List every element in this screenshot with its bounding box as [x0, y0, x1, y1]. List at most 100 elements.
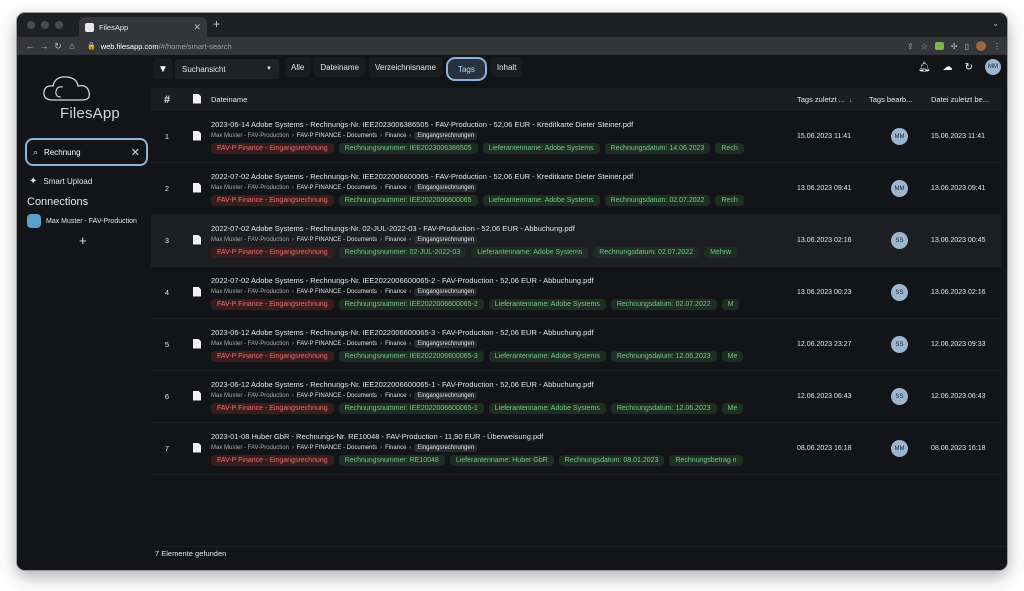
add-connection-button[interactable]: + [79, 233, 87, 248]
tag-chip[interactable]: Rechnungsnummer: 02-JUL-2022-03 [338, 246, 467, 258]
share-icon[interactable]: ⇪ [907, 42, 914, 51]
tag-chip[interactable]: FAV-P Finance - Eingangsrechnung [211, 350, 334, 362]
breadcrumb-subfolder[interactable]: Eingangsrechnungen [414, 391, 478, 400]
breadcrumb-subfolder[interactable]: Eingangsrechnungen [414, 443, 478, 452]
table-row[interactable]: 7 2023-01-08 Huber GbR - Rechnungs-Nr. R… [151, 423, 1001, 475]
clear-search-icon[interactable]: ✕ [131, 146, 140, 159]
tag-chip[interactable]: Lieferantenname: Adobe Systems [488, 402, 606, 414]
file-name[interactable]: 2022-07-02 Adobe Systems - Rechnungs-Nr.… [211, 276, 797, 285]
browser-tab[interactable]: FilesApp ✕ [79, 17, 207, 37]
forward-icon[interactable]: → [37, 41, 51, 51]
tag-chip[interactable]: Rechnungsnummer: IEE2022006600065-2 [338, 298, 484, 310]
breadcrumb-owner[interactable]: Max Muster - FAV-Production [211, 393, 289, 399]
tag-chip[interactable]: Rechnungsdatum: 14.06.2023 [604, 142, 711, 154]
close-icon[interactable]: ✕ [193, 22, 201, 33]
profile-avatar[interactable] [976, 41, 986, 51]
tag-chip[interactable]: Rechnungsnummer: IEE2022006600065-3 [338, 350, 484, 362]
file-name[interactable]: 2022-07-02 Adobe Systems - Rechnungs-Nr.… [211, 172, 797, 181]
breadcrumb-folder[interactable]: Finance [385, 237, 406, 243]
breadcrumb-root[interactable]: FAV-P FINANCE - Documents [297, 289, 377, 295]
tag-chip[interactable]: Lieferantenname: Adobe Systems [488, 350, 606, 362]
sidebar-toggle-icon[interactable]: ▯ [965, 42, 969, 51]
avatar[interactable]: MM [891, 128, 908, 145]
tag-chip[interactable]: Rech [715, 142, 744, 154]
tab-inhalt[interactable]: Inhalt [490, 57, 523, 77]
table-row[interactable]: 5 2023-06-12 Adobe Systems - Rechnungs-N… [151, 319, 1001, 371]
breadcrumb-owner[interactable]: Max Muster - FAV-Production [211, 185, 289, 191]
file-name[interactable]: 2022-07-02 Adobe Systems - Rechnungs-Nr.… [211, 224, 797, 233]
user-avatar[interactable]: MM [985, 59, 1001, 75]
table-row[interactable]: 1 2023-06-14 Adobe Systems - Rechnungs-N… [151, 111, 1001, 163]
avatar[interactable]: MM [891, 180, 908, 197]
refresh-icon[interactable]: ↻ [965, 62, 973, 73]
tag-chip[interactable]: FAV-P Finance - Eingangsrechnung [211, 194, 334, 206]
tag-chip[interactable]: Rechnungsnummer: IEE2022006600065-1 [338, 402, 484, 414]
header-tags-edit[interactable]: Tags bearb... [869, 95, 931, 104]
url-field[interactable]: 🔒 web.filesapp.com /#/home/smart-search [87, 42, 232, 51]
tag-chip[interactable]: Rechnungsbetrag n [669, 454, 743, 466]
breadcrumb-folder[interactable]: Finance [385, 341, 406, 347]
breadcrumb-owner[interactable]: Max Muster - FAV-Production [211, 289, 289, 295]
reload-icon[interactable]: ↻ [51, 41, 65, 52]
close-window-dot[interactable] [27, 21, 35, 29]
tag-chip[interactable]: Lieferantenname: Adobe Systems [488, 298, 606, 310]
tag-chip[interactable]: Rechnungsdatum: 12.06.2023 [610, 402, 717, 414]
file-name[interactable]: 2023-06-12 Adobe Systems - Rechnungs-Nr.… [211, 328, 797, 337]
tab-verzeichnisname[interactable]: Verzeichnisname [369, 57, 442, 77]
tag-chip[interactable]: FAV-P Finance - Eingangsrechnung [211, 298, 334, 310]
breadcrumb-subfolder[interactable]: Eingangsrechnungen [414, 131, 478, 140]
breadcrumb-owner[interactable]: Max Muster - FAV-Production [211, 445, 289, 451]
avatar[interactable]: SS [891, 336, 908, 353]
file-name[interactable]: 2023-06-12 Adobe Systems - Rechnungs-Nr.… [211, 380, 797, 389]
avatar[interactable]: SS [891, 232, 908, 249]
breadcrumb-subfolder[interactable]: Eingangsrechnungen [414, 235, 478, 244]
avatar[interactable]: SS [891, 284, 908, 301]
extension-icon[interactable] [934, 42, 944, 50]
tag-chip[interactable]: Rechnungsdatum: 02.07.2022 [593, 246, 700, 258]
header-filename[interactable]: Dateiname [211, 95, 797, 104]
table-row[interactable]: 3 2022-07-02 Adobe Systems - Rechnungs-N… [151, 215, 1001, 267]
tag-chip[interactable]: Rech [715, 194, 744, 206]
tag-chip[interactable]: Rechnungsdatum: 02.07.2022 [604, 194, 711, 206]
tag-chip[interactable]: Lieferantenname: Adobe Systems [482, 142, 600, 154]
chevron-down-icon[interactable]: ⌄ [992, 19, 999, 28]
smart-upload-link[interactable]: ✦ Smart Upload [29, 176, 92, 187]
filter-icon[interactable]: ▼ [153, 59, 173, 79]
view-select[interactable]: Suchansicht ▼ [175, 59, 279, 79]
connection-item[interactable]: Max Muster - FAV-Production [27, 214, 137, 228]
tag-chip[interactable]: M [721, 298, 740, 310]
home-icon[interactable]: ⌂ [65, 41, 79, 51]
tag-chip[interactable]: FAV-P Finance - Eingangsrechnung [211, 454, 334, 466]
search-input[interactable] [44, 147, 115, 157]
cloud-icon[interactable]: ☁ [943, 62, 953, 73]
tag-chip[interactable]: Rechnungsdatum: 08.01.2023 [558, 454, 665, 466]
breadcrumb-subfolder[interactable]: Eingangsrechnungen [414, 287, 478, 296]
breadcrumb-folder[interactable]: Finance [385, 185, 406, 191]
tag-chip[interactable]: Rechnungsnummer: IEE2023006386505 [338, 142, 478, 154]
tab-dateiname[interactable]: Dateiname [314, 57, 366, 77]
file-name[interactable]: 2023-06-14 Adobe Systems - Rechnungs-Nr.… [211, 120, 797, 129]
header-tags-date[interactable]: Tags zuletzt ... ↓ [797, 95, 869, 104]
breadcrumb-root[interactable]: FAV-P FINANCE - Documents [297, 393, 377, 399]
file-name[interactable]: 2023-01-08 Huber GbR - Rechnungs-Nr. RE1… [211, 432, 797, 441]
tag-chip[interactable]: FAV-P Finance - Eingangsrechnung [211, 402, 334, 414]
new-tab-icon[interactable]: + [213, 17, 220, 31]
tag-chip[interactable]: Lieferantenname: Adobe Systems [471, 246, 589, 258]
breadcrumb-folder[interactable]: Finance [385, 393, 406, 399]
breadcrumb-owner[interactable]: Max Muster - FAV-Production [211, 133, 289, 139]
tag-chip[interactable]: Rechnungsdatum: 02.07.2022 [610, 298, 717, 310]
avatar[interactable]: SS [891, 388, 908, 405]
tag-chip[interactable]: Me [721, 350, 744, 362]
avatar[interactable]: MM [891, 440, 908, 457]
puzzle-icon[interactable]: ✣ [951, 42, 958, 51]
breadcrumb-subfolder[interactable]: Eingangsrechnungen [414, 339, 478, 348]
bell-icon[interactable]: 🔔︎ [918, 62, 931, 73]
tag-chip[interactable]: Me [721, 402, 744, 414]
breadcrumb-folder[interactable]: Finance [385, 289, 406, 295]
menu-icon[interactable]: ⋮ [993, 42, 1001, 51]
table-row[interactable]: 2 2022-07-02 Adobe Systems - Rechnungs-N… [151, 163, 1001, 215]
breadcrumb-owner[interactable]: Max Muster - FAV-Production [211, 341, 289, 347]
table-row[interactable]: 4 2022-07-02 Adobe Systems - Rechnungs-N… [151, 267, 1001, 319]
header-file-date[interactable]: Datei zuletzt be... [931, 95, 999, 104]
tag-chip[interactable]: FAV-P Finance - Eingangsrechnung [211, 246, 334, 258]
